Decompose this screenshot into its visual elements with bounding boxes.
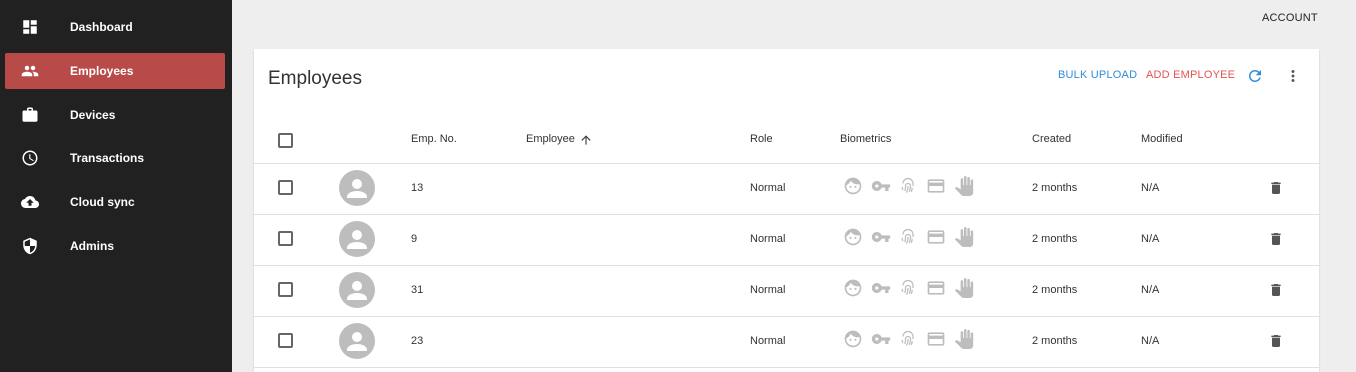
- emp-no-cell: 23: [411, 335, 424, 347]
- sidebar-item-cloud-sync[interactable]: Cloud sync: [5, 184, 225, 220]
- row-checkbox[interactable]: [278, 282, 293, 297]
- column-header-role[interactable]: Role: [750, 133, 773, 145]
- column-header-biometrics: Biometrics: [840, 133, 892, 145]
- modified-cell: N/A: [1141, 233, 1160, 245]
- created-cell: 2 months: [1032, 284, 1078, 296]
- sidebar-item-admins[interactable]: Admins: [5, 228, 225, 264]
- role-cell: Normal: [750, 284, 786, 296]
- table-row[interactable]: 31 Normal 2 months N/A: [254, 265, 1319, 316]
- cloud-upload-icon: [21, 193, 39, 211]
- table-row[interactable]: 23 Normal 2 months N/A: [254, 316, 1319, 367]
- refresh-icon[interactable]: [1246, 67, 1264, 85]
- column-header-created[interactable]: Created: [1032, 133, 1071, 145]
- column-header-employee[interactable]: Employee: [526, 133, 575, 145]
- emp-no-cell: 31: [411, 284, 424, 296]
- row-checkbox[interactable]: [278, 333, 293, 348]
- row-checkbox[interactable]: [278, 180, 293, 195]
- bulk-upload-button[interactable]: BULK UPLOAD: [1058, 69, 1137, 81]
- dashboard-icon: [21, 18, 39, 36]
- sort-ascending-icon[interactable]: [579, 133, 593, 147]
- key-icon: [871, 176, 891, 196]
- avatar: [339, 323, 375, 359]
- card-icon: [926, 278, 946, 298]
- palm-icon: [954, 176, 974, 196]
- role-cell: Normal: [750, 335, 786, 347]
- sidebar-item-devices[interactable]: Devices: [5, 97, 225, 133]
- created-cell: 2 months: [1032, 182, 1078, 194]
- sidebar-item-transactions[interactable]: Transactions: [5, 140, 225, 176]
- palm-icon: [954, 329, 974, 349]
- row-checkbox[interactable]: [278, 231, 293, 246]
- avatar: [339, 221, 375, 257]
- emp-no-cell: 9: [411, 233, 418, 245]
- face-icon: [843, 278, 863, 298]
- card-icon: [926, 227, 946, 247]
- people-icon: [21, 62, 39, 80]
- fingerprint-icon: [898, 329, 918, 349]
- created-cell: 2 months: [1032, 335, 1078, 347]
- sidebar: Dashboard Employees Devices Transactions…: [0, 0, 232, 372]
- role-cell: Normal: [750, 233, 786, 245]
- avatar: [339, 170, 375, 206]
- created-cell: 2 months: [1032, 233, 1078, 245]
- sidebar-item-dashboard[interactable]: Dashboard: [5, 9, 225, 45]
- key-icon: [871, 278, 891, 298]
- shield-icon: [21, 237, 39, 255]
- modified-cell: N/A: [1141, 284, 1160, 296]
- employees-card: Employees BULK UPLOAD ADD EMPLOYEE Emp. …: [254, 49, 1319, 372]
- sidebar-item-label: Dashboard: [70, 20, 133, 34]
- modified-cell: N/A: [1141, 335, 1160, 347]
- fingerprint-icon: [898, 278, 918, 298]
- face-icon: [843, 227, 863, 247]
- card-icon: [926, 176, 946, 196]
- account-button[interactable]: ACCOUNT: [1262, 12, 1318, 24]
- column-header-emp-no[interactable]: Emp. No.: [411, 133, 457, 145]
- delete-icon[interactable]: [1268, 281, 1284, 299]
- more-vert-icon[interactable]: [1284, 67, 1302, 85]
- add-employee-button[interactable]: ADD EMPLOYEE: [1146, 69, 1235, 81]
- emp-no-cell: 13: [411, 182, 424, 194]
- delete-icon[interactable]: [1268, 332, 1284, 350]
- face-icon: [843, 329, 863, 349]
- palm-icon: [954, 278, 974, 298]
- briefcase-icon: [21, 106, 39, 124]
- sidebar-item-label: Employees: [70, 64, 134, 78]
- sidebar-item-label: Admins: [70, 239, 115, 253]
- sidebar-item-label: Cloud sync: [70, 195, 135, 209]
- fingerprint-icon: [898, 176, 918, 196]
- face-icon: [843, 176, 863, 196]
- avatar: [339, 272, 375, 308]
- role-cell: Normal: [750, 182, 786, 194]
- select-all-checkbox[interactable]: [278, 133, 293, 148]
- sidebar-item-label: Transactions: [70, 151, 145, 165]
- key-icon: [871, 329, 891, 349]
- modified-cell: N/A: [1141, 182, 1160, 194]
- row-divider: [254, 367, 1319, 368]
- key-icon: [871, 227, 891, 247]
- fingerprint-icon: [898, 227, 918, 247]
- table-row[interactable]: 13 Normal 2 months N/A: [254, 163, 1319, 214]
- delete-icon[interactable]: [1268, 179, 1284, 197]
- column-header-modified[interactable]: Modified: [1141, 133, 1183, 145]
- card-icon: [926, 329, 946, 349]
- sidebar-item-employees[interactable]: Employees: [5, 53, 225, 89]
- page-title: Employees: [268, 68, 362, 89]
- delete-icon[interactable]: [1268, 230, 1284, 248]
- palm-icon: [954, 227, 974, 247]
- table-row[interactable]: 9 Normal 2 months N/A: [254, 214, 1319, 265]
- clock-icon: [21, 149, 39, 167]
- sidebar-item-label: Devices: [70, 108, 116, 122]
